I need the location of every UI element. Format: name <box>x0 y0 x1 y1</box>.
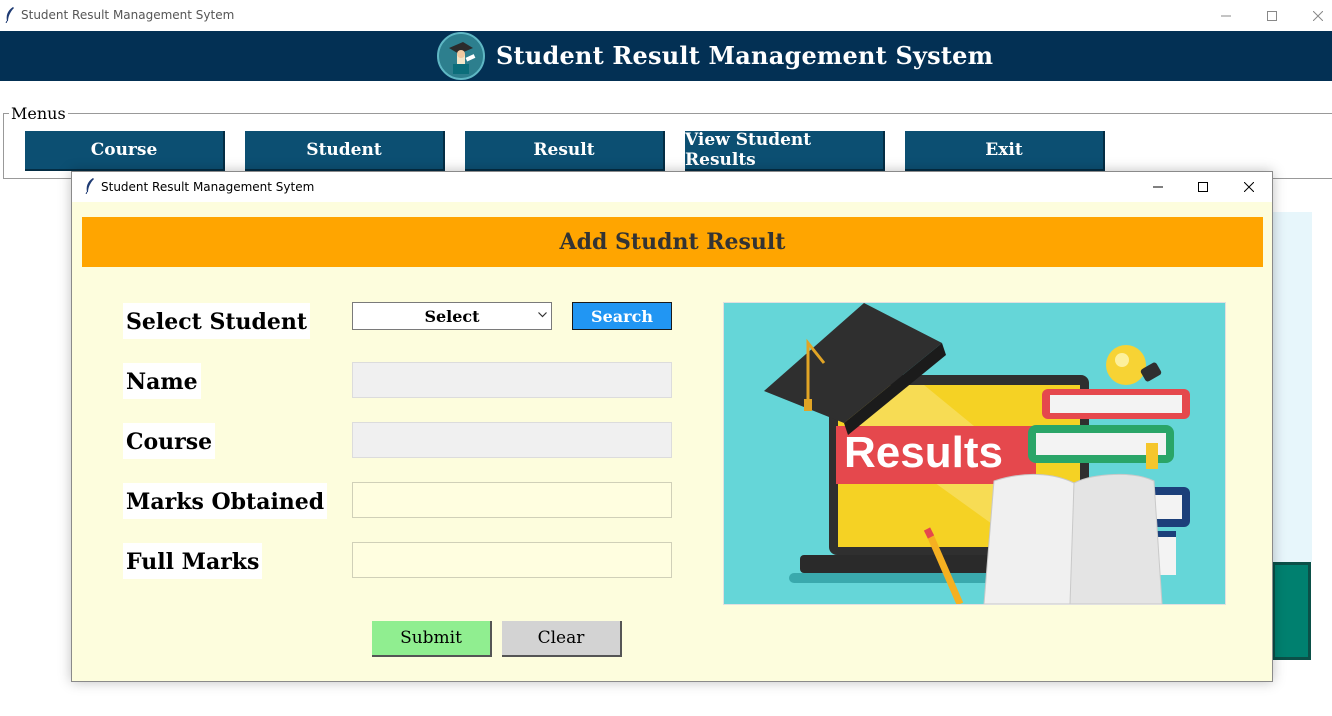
results-illustration: Results <box>723 302 1226 605</box>
background-teal-box <box>1272 562 1311 660</box>
marks-obtained-label: Marks Obtained <box>123 483 328 519</box>
close-icon <box>1244 182 1254 192</box>
dialog-close-button[interactable] <box>1226 172 1272 202</box>
add-result-window: Student Result Management Sytem Add Stud… <box>71 171 1273 682</box>
student-select[interactable]: Select <box>352 302 552 330</box>
maximize-button[interactable] <box>1249 0 1295 31</box>
dialog-titlebar: Student Result Management Sytem <box>72 172 1272 202</box>
minimize-button[interactable] <box>1203 0 1249 31</box>
main-window-titlebar: Student Result Management Sytem <box>0 0 1332 31</box>
exit-button[interactable]: Exit <box>905 131 1105 171</box>
marks-obtained-field[interactable] <box>352 482 672 518</box>
chevron-down-icon <box>538 312 547 318</box>
course-field[interactable] <box>352 422 672 458</box>
menus-legend: Menus <box>9 104 68 123</box>
dialog-maximize-button[interactable] <box>1180 172 1226 202</box>
minimize-icon <box>1221 15 1231 16</box>
close-button[interactable] <box>1295 0 1332 31</box>
course-button[interactable]: Course <box>25 131 225 171</box>
name-field[interactable] <box>352 362 672 398</box>
feather-icon <box>5 7 14 23</box>
student-select-value: Select <box>424 306 480 326</box>
illustration-results-text: Results <box>844 428 1003 477</box>
full-marks-field[interactable] <box>352 542 672 578</box>
full-marks-label: Full Marks <box>123 543 263 579</box>
clear-button[interactable]: Clear <box>502 621 622 657</box>
app-header: Student Result Management System <box>0 31 1332 81</box>
student-button[interactable]: Student <box>245 131 445 171</box>
dialog-banner: Add Studnt Result <box>82 217 1263 267</box>
name-label: Name <box>123 363 201 399</box>
dialog-minimize-button[interactable] <box>1135 172 1181 202</box>
background-panel <box>1272 212 1312 562</box>
main-window-title: Student Result Management Sytem <box>21 8 235 22</box>
maximize-icon <box>1198 182 1208 192</box>
submit-button[interactable]: Submit <box>372 621 492 657</box>
search-button[interactable]: Search <box>572 302 672 330</box>
dialog-title: Student Result Management Sytem <box>101 180 315 194</box>
view-student-results-button[interactable]: View Student Results <box>685 130 885 171</box>
menus-frame: Menus Course Student Result View Student… <box>3 104 1332 179</box>
result-button[interactable]: Result <box>465 131 665 171</box>
app-title: Student Result Management System <box>496 41 994 70</box>
close-icon <box>1313 10 1323 21</box>
minimize-icon <box>1153 186 1163 188</box>
select-student-label: Select Student <box>123 303 311 339</box>
graduate-logo-icon <box>437 32 485 80</box>
feather-icon <box>85 178 94 194</box>
maximize-icon <box>1267 10 1277 21</box>
course-label: Course <box>123 423 216 459</box>
